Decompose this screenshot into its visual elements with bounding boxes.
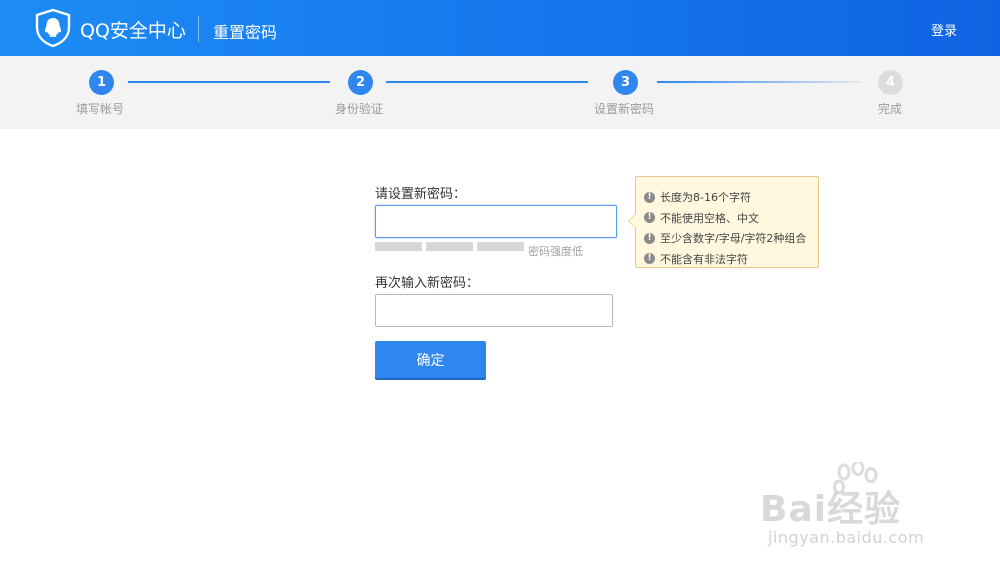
tooltip-arrow [629, 214, 636, 228]
tooltip-rule-text: 至少含数字/字母/字符2种组合 [660, 232, 807, 246]
step-3-label: 设置新密码 [594, 102, 655, 116]
strength-bar-segment [375, 242, 422, 251]
tooltip-rule: ! 不能使用空格、中文 [644, 208, 818, 229]
step-connector [128, 81, 330, 83]
step-connector [657, 81, 862, 83]
strength-bar-segment [426, 242, 473, 251]
tooltip-rule-text: 不能含有非法字符 [660, 252, 748, 266]
step-1-label: 填写帐号 [76, 102, 125, 116]
confirm-password-input[interactable] [375, 294, 613, 327]
step-1-number: 1 [89, 70, 114, 95]
tooltip-rule-text: 长度为8-16个字符 [660, 191, 751, 205]
exclamation-icon: ! [644, 232, 655, 244]
watermark-text: Bai经验 [760, 489, 902, 530]
progress-steps: 1 2 3 4 填写帐号 身份验证 设置新密码 完成 [0, 56, 1000, 129]
login-link[interactable]: 登录 [931, 20, 957, 39]
tooltip-rule: ! 不能含有非法字符 [644, 249, 818, 270]
exclamation-icon: ! [644, 191, 655, 203]
step-connector [386, 81, 588, 83]
tooltip-rule-text: 不能使用空格、中文 [660, 211, 759, 225]
page-title: 重置密码 [213, 23, 278, 42]
qq-shield-logo-icon [35, 8, 71, 48]
exclamation-icon: ! [644, 212, 655, 224]
exclamation-icon: ! [644, 253, 655, 265]
step-2-label: 身份验证 [335, 102, 384, 116]
new-password-label: 请设置新密码： [375, 187, 467, 202]
baidu-jingyan-watermark: Bai经验 jingyan.baidu.com [760, 462, 950, 554]
new-password-input[interactable] [375, 205, 617, 238]
step-4-number: 4 [878, 70, 903, 95]
top-header: QQ安全中心 重置密码 登录 [0, 0, 1000, 56]
watermark-url: jingyan.baidu.com [768, 528, 925, 547]
step-4-label: 完成 [878, 102, 903, 116]
confirm-password-label: 再次输入新密码： [375, 276, 480, 291]
strength-text: 密码强度低 [528, 245, 583, 258]
password-rules-tooltip: ! 长度为8-16个字符 ! 不能使用空格、中文 ! 至少含数字/字母/字符2种… [628, 176, 819, 270]
step-3-number: 3 [613, 70, 638, 95]
step-2-number: 2 [348, 70, 373, 95]
tooltip-rule: ! 至少含数字/字母/字符2种组合 [644, 228, 818, 249]
strength-bar-segment [477, 242, 524, 251]
tooltip-rule: ! 长度为8-16个字符 [644, 187, 818, 208]
confirm-button[interactable]: 确定 [375, 341, 486, 378]
header-divider [198, 16, 199, 42]
brand-title: QQ安全中心 [80, 20, 186, 42]
